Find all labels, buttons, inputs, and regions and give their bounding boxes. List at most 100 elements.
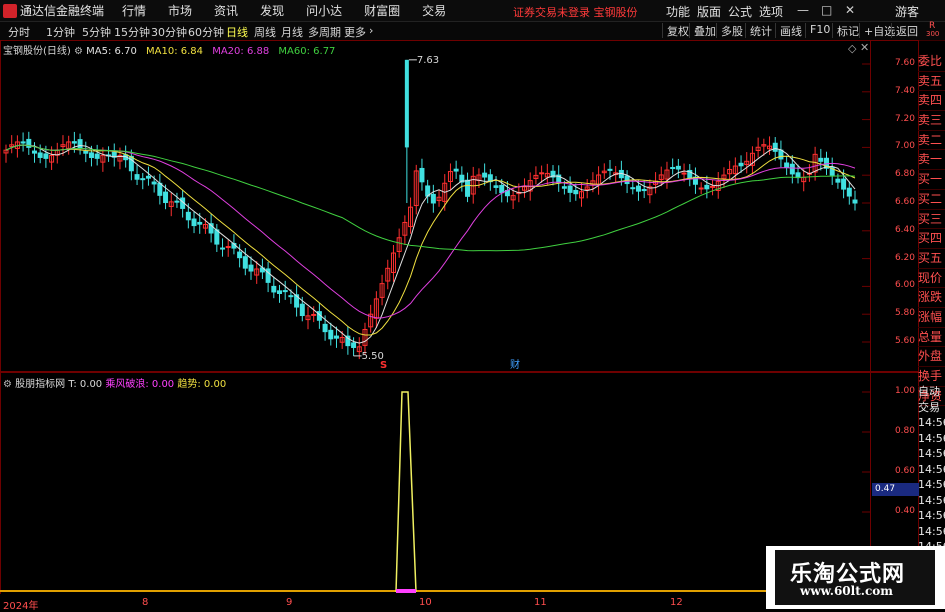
multi-stock-button[interactable]: 多股 xyxy=(716,23,743,38)
quote-label[interactable]: 卖二 xyxy=(918,131,945,151)
candle-body xyxy=(237,251,243,259)
candle-body xyxy=(567,185,573,193)
candle-body xyxy=(835,178,841,183)
quote-label[interactable]: 现价 xyxy=(918,269,945,289)
stats-button[interactable]: 统计 xyxy=(745,23,772,38)
tab-more[interactable]: 更多 xyxy=(344,24,366,40)
back-button[interactable]: 返回 xyxy=(891,23,918,38)
candle-body xyxy=(333,335,339,339)
indicator-signal-bar xyxy=(396,589,416,593)
menu-bar: 通达信金融终端 行情 市场 资讯 发现 问小达 财富圈 交易 证券交易未登录 宝… xyxy=(0,0,945,22)
menu-item-options[interactable]: 选项 xyxy=(759,3,783,20)
quote-label[interactable]: 买一 xyxy=(918,170,945,190)
tab-60min[interactable]: 60分钟 xyxy=(188,24,224,40)
cursor-value-badge: 0.47 xyxy=(872,483,919,496)
tab-timeshare[interactable]: 分时 xyxy=(8,24,30,40)
login-warning[interactable]: 证券交易未登录 宝钢股份 xyxy=(513,4,638,20)
menu-item-trade[interactable]: 交易 xyxy=(422,2,446,19)
overlay-button[interactable]: 叠加 xyxy=(689,23,716,38)
quote-label[interactable]: 卖五 xyxy=(918,72,945,92)
quote-label[interactable]: 总量 xyxy=(918,328,945,348)
menu-item-discover[interactable]: 发现 xyxy=(260,2,284,19)
indicator-chart[interactable] xyxy=(0,384,870,594)
candle-body xyxy=(675,165,681,170)
menu-item-function[interactable]: 功能 xyxy=(666,3,690,20)
quote-label[interactable]: 买四 xyxy=(918,229,945,249)
quote-label[interactable]: 买五 xyxy=(918,249,945,269)
menu-item-ask[interactable]: 问小达 xyxy=(306,2,342,19)
candle-body xyxy=(419,167,425,183)
candle-body xyxy=(499,184,505,194)
tab-multi-period[interactable]: 多周期 xyxy=(308,24,341,40)
tab-5min[interactable]: 5分钟 xyxy=(82,24,111,40)
quote-label[interactable]: 涨幅 xyxy=(918,308,945,328)
candle-body xyxy=(698,187,704,190)
tab-15min[interactable]: 15分钟 xyxy=(114,24,150,40)
candle-body xyxy=(88,152,94,159)
indicator-tick: 0.80 xyxy=(894,426,915,436)
maximize-icon[interactable]: □ xyxy=(821,3,832,17)
menu-item-news[interactable]: 资讯 xyxy=(214,2,238,19)
menu-item-wealth[interactable]: 财富圈 xyxy=(364,2,400,19)
candle-body xyxy=(145,175,151,179)
quote-label[interactable]: 委比 xyxy=(918,52,945,72)
candle-body xyxy=(841,178,847,190)
adjust-button[interactable]: 复权 xyxy=(662,23,689,38)
menu-item-markets[interactable]: 市场 xyxy=(168,2,192,19)
quote-label[interactable]: 涨跌 xyxy=(918,288,945,308)
candle-body xyxy=(322,323,328,333)
quote-column: 委比 卖五 卖四 卖三 卖二 卖一 买一 买二 买三 买四 买五 现价 涨跌 涨… xyxy=(918,52,945,407)
add-watchlist-button[interactable]: +自选 xyxy=(859,23,895,38)
menu-item-market[interactable]: 行情 xyxy=(122,2,146,19)
kline-chart[interactable]: 7.635.50S 财 xyxy=(0,52,870,370)
candle-body xyxy=(288,295,294,298)
high-price-label: 7.63 xyxy=(417,55,439,66)
quote-label[interactable]: 外盘 xyxy=(918,347,945,367)
candle-body xyxy=(453,168,459,172)
candle-body xyxy=(220,247,226,250)
guest-label[interactable]: 游客 xyxy=(895,3,919,20)
candle-body xyxy=(185,211,191,221)
price-tick: 6.60 xyxy=(894,197,915,207)
candle-body xyxy=(772,142,778,152)
candle-body xyxy=(43,153,49,159)
quote-label[interactable]: 卖一 xyxy=(918,150,945,171)
x-label-month: 11 xyxy=(534,597,547,608)
trade-label[interactable]: 交易 xyxy=(918,400,945,416)
tab-1min[interactable]: 1分钟 xyxy=(46,24,75,40)
candle-body xyxy=(561,186,567,189)
tab-30min[interactable]: 30分钟 xyxy=(151,24,187,40)
quote-label[interactable]: 卖四 xyxy=(918,91,945,112)
indicator-tick: 0.60 xyxy=(894,466,915,476)
candle-body xyxy=(271,285,277,293)
quote-label[interactable]: 卖三 xyxy=(918,111,945,131)
tab-weekly[interactable]: 周线 xyxy=(254,24,276,40)
close-icon[interactable]: ✕ xyxy=(845,3,855,17)
period-toolbar: 分时 1分钟 5分钟 15分钟 30分钟 60分钟 日线 周线 月线 多周期 更… xyxy=(0,21,945,41)
price-tick: 5.60 xyxy=(894,336,915,346)
price-tick: 5.80 xyxy=(894,308,915,319)
more-chevron-icon[interactable]: › xyxy=(369,24,373,37)
menu-item-formula[interactable]: 公式 xyxy=(728,3,752,20)
minimize-icon[interactable]: — xyxy=(797,3,809,17)
f10-button[interactable]: F10 xyxy=(805,23,830,38)
draw-line-button[interactable]: 画线 xyxy=(775,23,802,38)
menu-item-layout[interactable]: 版面 xyxy=(697,3,721,20)
price-tick: 7.20 xyxy=(894,113,915,124)
candle-body xyxy=(140,178,146,181)
candle-body xyxy=(539,172,545,175)
price-tick: 6.00 xyxy=(894,280,915,291)
x-label-month: 8 xyxy=(142,597,149,608)
candle-body xyxy=(818,157,824,162)
quote-label[interactable]: 买三 xyxy=(918,210,945,230)
candle-body xyxy=(784,162,790,168)
trade-label[interactable]: 自动 xyxy=(918,384,945,400)
tab-monthly[interactable]: 月线 xyxy=(281,24,303,40)
tab-daily[interactable]: 日线 xyxy=(226,24,248,40)
candle-body xyxy=(846,187,852,197)
candle-body xyxy=(852,199,858,204)
mark-button[interactable]: 标记 xyxy=(832,23,859,38)
quote-label[interactable]: 买二 xyxy=(918,190,945,210)
trade-time: 14:56 xyxy=(918,478,945,491)
finance-marker: 财 xyxy=(510,358,520,370)
